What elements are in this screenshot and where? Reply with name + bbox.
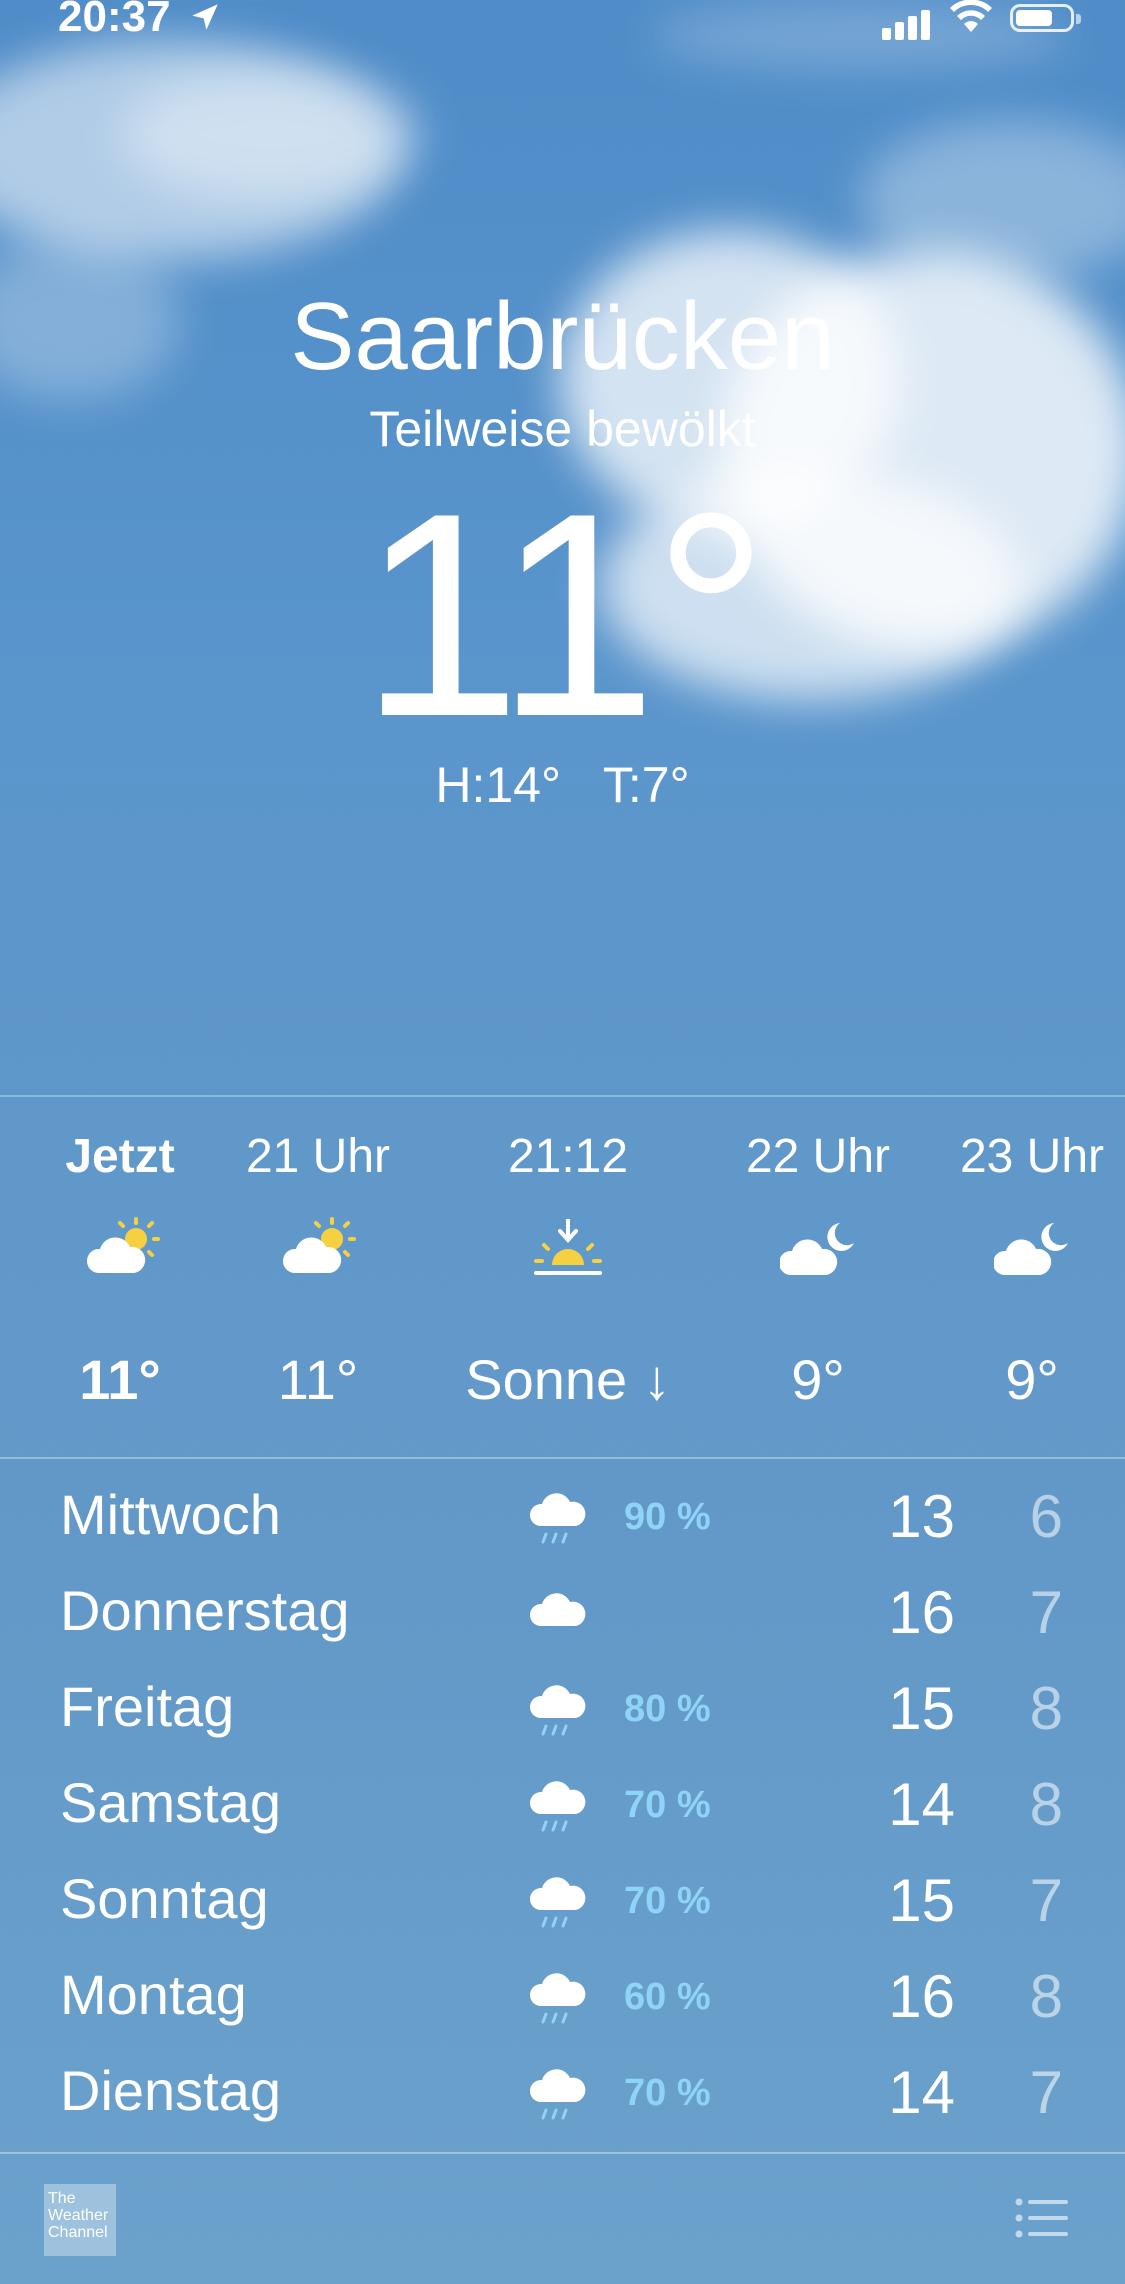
wifi-icon [950, 0, 992, 32]
day-high: 16 [888, 1579, 955, 1646]
day-high: 16 [888, 1963, 955, 2030]
day-name: Donnerstag [60, 1579, 350, 1642]
high-low: H:14° T:7° [0, 756, 1125, 814]
hour-temp: 9° [791, 1348, 845, 1411]
day-name: Dienstag [60, 2059, 282, 2122]
day-name: Sonntag [60, 1867, 269, 1930]
precip-chance: 80 % [624, 1688, 711, 1730]
precip-chance: 90 % [624, 1496, 711, 1538]
daily-row: Sonntag 70 % 15 7 [0, 1854, 1125, 1950]
hour-label: 23 Uhr [959, 1130, 1105, 1183]
hour-temp: 11° [79, 1348, 161, 1411]
day-low: 8 [1029, 1963, 1063, 2030]
day-low: 8 [1029, 1675, 1063, 1742]
daily-row: Freitag 80 % 15 8 [0, 1662, 1125, 1758]
partly-cloudy-moon-icon [994, 1223, 1068, 1275]
precip-chance: 70 % [624, 1880, 711, 1922]
rain-cloud-icon [529, 1877, 586, 1928]
rain-cloud-icon [529, 2069, 586, 2120]
hour-label: 21 Uhr [245, 1130, 391, 1183]
rain-cloud-icon [529, 1493, 586, 1544]
location-arrow-icon [192, 4, 218, 30]
hour-temp: Sonne ↓ [465, 1348, 671, 1411]
rain-cloud-icon [529, 1685, 586, 1736]
precip-chance: 70 % [624, 1784, 711, 1826]
hour-temp: 9° [1005, 1348, 1059, 1411]
battery-icon [1010, 4, 1081, 32]
day-name: Freitag [60, 1675, 235, 1738]
day-low: 8 [1029, 1771, 1063, 1838]
city-name: Saarbrücken [290, 283, 835, 390]
sunset-icon [534, 1219, 602, 1275]
high-temperature: H:14° [435, 757, 561, 813]
partly-cloudy-sun-icon [86, 1217, 160, 1273]
day-low: 6 [1029, 1483, 1063, 1550]
hour-temp: 11° [277, 1348, 359, 1411]
day-high: 14 [888, 1771, 955, 1838]
day-name: Montag [60, 1963, 247, 2026]
daily-row: Donnerstag 16 7 [0, 1566, 1125, 1662]
day-low: 7 [1029, 1579, 1063, 1646]
status-time: 20:37 [58, 0, 171, 41]
weather-condition: Teilweise bewölkt [369, 401, 756, 457]
hour-label: 21:12 [507, 1130, 629, 1183]
bottom-bar: The Weather Channel [0, 2152, 1125, 2284]
precip-chance: 70 % [624, 2072, 711, 2114]
precip-chance: 60 % [624, 1976, 711, 2018]
daily-row: Mittwoch 90 % 13 6 [0, 1470, 1125, 1566]
hourly-forecast[interactable]: Jetzt 11° 21 Uhr 11° 21:12 Sonne ↓ 22 Uh… [0, 1095, 1125, 1457]
day-low: 7 [1029, 2059, 1063, 2126]
current-temperature: 11° [359, 453, 769, 777]
rain-cloud-icon [529, 1973, 586, 2024]
day-name: Mittwoch [60, 1483, 281, 1546]
day-low: 7 [1029, 1867, 1063, 1934]
divider [0, 1457, 1125, 1459]
weather-channel-logo[interactable]: The Weather Channel [44, 2184, 116, 2256]
daily-row: Samstag 70 % 14 8 [0, 1758, 1125, 1854]
daily-row: Dienstag 70 % 14 7 [0, 2046, 1125, 2142]
partly-cloudy-sun-icon [282, 1217, 356, 1273]
day-high: 15 [888, 1675, 955, 1742]
day-high: 14 [888, 2059, 955, 2126]
low-temperature: T:7° [602, 757, 690, 813]
hour-label: Jetzt [65, 1130, 175, 1183]
day-name: Samstag [60, 1771, 281, 1834]
status-bar: 20:37 [0, 0, 1125, 44]
rain-cloud-icon [529, 1781, 586, 1832]
day-high: 13 [888, 1483, 955, 1550]
hour-label: 22 Uhr [745, 1130, 891, 1183]
cloud-icon [529, 1593, 586, 1626]
list-icon[interactable] [1014, 2194, 1070, 2242]
daily-row: Montag 60 % 16 8 [0, 1950, 1125, 2046]
partly-cloudy-moon-icon [780, 1223, 854, 1275]
day-high: 15 [888, 1867, 955, 1934]
